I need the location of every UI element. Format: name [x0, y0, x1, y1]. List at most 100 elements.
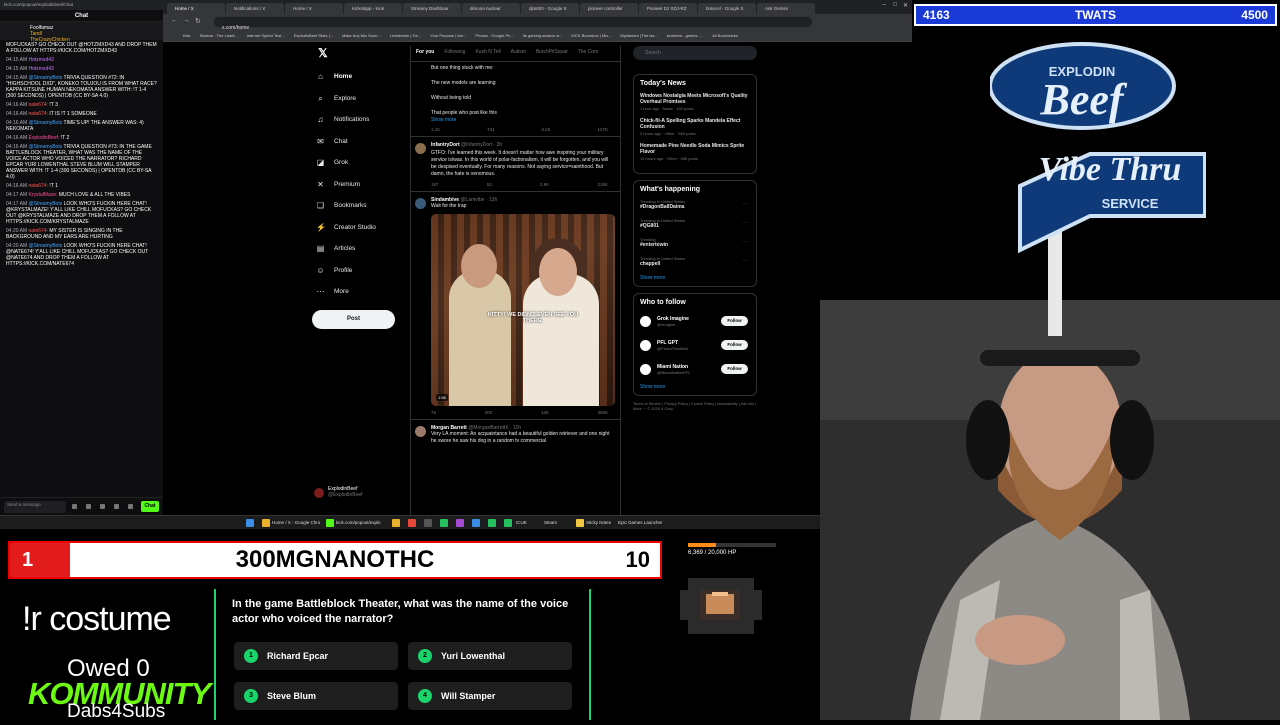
maximize-icon[interactable]: □ — [893, 2, 897, 8]
more-icon[interactable]: ⋯ — [743, 201, 748, 207]
bookmark-item[interactable]: Make Any Mic Soun... — [342, 33, 381, 38]
message-user[interactable]: @StreamyBots — [29, 120, 63, 126]
chat-input[interactable]: Send a message — [4, 501, 66, 513]
more-icon[interactable] — [128, 504, 133, 509]
browser-tab[interactable]: Ask Gemini — [757, 3, 815, 14]
more-icon[interactable]: ⋯ — [743, 258, 748, 264]
chat-send-button[interactable]: Chat — [141, 501, 159, 512]
like-count[interactable]: 3.2K — [541, 127, 550, 132]
message-user[interactable]: Hotzmxd43 — [29, 57, 54, 63]
follow-suggestion[interactable]: PFL GPT @PhotoFinishBot Follow — [640, 336, 750, 354]
nav-item-home[interactable]: ⌂ Home — [316, 66, 411, 88]
avatar[interactable] — [415, 426, 426, 437]
tweet[interactable]: Morgan Barrett @MorganBarrettX · 11h Ver… — [411, 420, 620, 449]
message-user[interactable]: nate674: — [29, 102, 48, 108]
taskbar-item[interactable]: Steam — [544, 518, 557, 528]
follow-button[interactable]: Follow — [721, 364, 748, 374]
sticky-notes-icon[interactable] — [576, 519, 584, 527]
app-icon[interactable] — [440, 519, 448, 527]
trend-item[interactable]: Trending in United States #DragonBallDaim… — [640, 199, 750, 210]
gift-icon[interactable] — [86, 504, 91, 509]
start-icon[interactable] — [246, 519, 254, 527]
url-field[interactable]: x.com/home — [213, 16, 813, 31]
chrome-icon[interactable] — [262, 519, 270, 527]
app-icon[interactable] — [488, 519, 496, 527]
show-more-link[interactable]: Show more — [640, 384, 750, 390]
reply-count[interactable]: 1.1K — [431, 127, 440, 132]
message-user[interactable]: nate674: — [29, 183, 48, 189]
show-more-link[interactable]: Show more — [640, 275, 750, 281]
bookmark-item[interactable]: Kick — [183, 33, 191, 38]
app-icon[interactable] — [424, 519, 432, 527]
app-icon[interactable] — [504, 519, 512, 527]
nav-item-premium[interactable]: ✕ Premium — [316, 174, 411, 196]
post-button[interactable]: Post — [312, 310, 395, 329]
folder-icon[interactable] — [392, 519, 400, 527]
taskbar-item[interactable]: kick.com/popout/explo — [336, 518, 381, 528]
reply-count[interactable]: 75 — [431, 410, 436, 415]
follow-suggestion[interactable]: Miami Nation @MiamiNationPFL Follow — [640, 360, 750, 378]
nav-item-explore[interactable]: ⌕ Explore — [316, 88, 411, 110]
more-icon[interactable]: ⋯ — [743, 220, 748, 226]
tweet[interactable]: Sindambive @Lamvibe · 13h Wait for the t… — [411, 192, 620, 420]
tab-following[interactable]: Following — [439, 46, 470, 61]
emoji-icon[interactable] — [72, 504, 77, 509]
tab-the-com[interactable]: The Com — [573, 46, 604, 61]
message-user[interactable]: KrystalMaze: — [29, 192, 58, 198]
view-count[interactable]: 218K — [597, 182, 608, 187]
bookmark-item[interactable]: Internet Speed Test... — [247, 33, 285, 38]
footer-links[interactable]: Terms of Service | Privacy Policy | Cook… — [633, 402, 757, 412]
nav-item-notifications[interactable]: ♫ Notifications — [316, 109, 411, 131]
tweet[interactable]: InfantryDort @InfantryDort · 3h GTFO: I'… — [411, 137, 620, 192]
tweet-video[interactable]: KITTY! WE DIDN'T EVEN SEE YOU THERE. 1:5… — [431, 214, 615, 406]
bookmark-item[interactable]: Your Purpose | Ani... — [430, 33, 466, 38]
reply-count[interactable]: 187 — [431, 182, 439, 187]
avatar[interactable] — [415, 143, 426, 154]
tab-butchpitsquat[interactable]: ButchPitSquat — [531, 46, 573, 61]
reload-icon[interactable]: ↻ — [195, 17, 201, 25]
browser-tab[interactable]: Notifications / X — [226, 3, 284, 14]
bookmark-item[interactable]: All Bookmarks — [712, 33, 738, 38]
avatar[interactable] — [640, 339, 651, 351]
trend-item[interactable]: Trending in United States #QG801 ⋯ — [640, 218, 750, 229]
follow-button[interactable]: Follow — [721, 316, 748, 326]
tab-autism[interactable]: Autism — [506, 46, 531, 61]
bookmark-item[interactable]: ExplodinBeef Stats |... — [294, 33, 333, 38]
taskbar-item[interactable]: Epic Games Launcher — [618, 518, 663, 528]
app-icon[interactable] — [456, 519, 464, 527]
bookmark-item[interactable]: Its gaming season w... — [523, 33, 563, 38]
account-switcher[interactable]: ExplodinBeef @ExplodinBeef — [314, 486, 363, 498]
view-count[interactable]: 127K — [597, 127, 608, 132]
repost-count[interactable]: 200 — [485, 410, 493, 415]
chat-url[interactable]: kick.com/popout/explodinbeef/chat — [0, 0, 163, 10]
bookmark-item[interactable]: Mysteriam (The las... — [620, 33, 657, 38]
browser-tab[interactable]: dimona nuclear — [462, 3, 520, 14]
taskbar-item[interactable]: ICUE — [516, 518, 527, 528]
tweet[interactable]: But one thing stuck with me: The new mod… — [411, 62, 620, 137]
like-count[interactable]: 2.9K — [540, 182, 549, 187]
follow-suggestion[interactable]: Grok Imagine @Imagine Follow — [640, 312, 750, 330]
bookmark-item[interactable]: KICK Boombox | Mix... — [571, 33, 611, 38]
forward-icon[interactable]: → — [183, 17, 190, 24]
browser-tab[interactable]: pioneer controller — [580, 3, 638, 14]
settings-icon[interactable] — [100, 504, 105, 509]
bookmark-item[interactable]: Livestream | Ge... — [390, 33, 422, 38]
news-item[interactable]: Windows Nostalgia Meets Microsoft's Qual… — [640, 93, 750, 111]
taskbar-item[interactable]: Sticky Notes — [586, 518, 611, 528]
view-count[interactable]: 386K — [597, 410, 608, 415]
app-icon[interactable] — [408, 519, 416, 527]
browser-tab[interactable]: Home / X — [285, 3, 343, 14]
repost-count[interactable]: 53 — [487, 182, 492, 187]
nav-item-more[interactable]: ⋯ More — [316, 281, 411, 303]
like-count[interactable]: 14K — [541, 410, 549, 415]
x-logo-icon[interactable]: 𝕏 — [318, 46, 411, 66]
browser-tab[interactable]: Streamy Dashboar — [403, 3, 461, 14]
tab-kush-n-tell[interactable]: Kush N Tell — [470, 46, 505, 61]
taskbar-item[interactable]: Home / X - Google Chro — [272, 518, 320, 528]
nav-item-profile[interactable]: ☺ Profile — [316, 260, 411, 282]
message-user[interactable]: Hotzmxd43 — [29, 66, 54, 72]
browser-tab[interactable]: Home / X — [167, 3, 225, 14]
trend-item[interactable]: Trending in United States chappell ⋯ — [640, 256, 750, 267]
nav-item-articles[interactable]: ▤ Articles — [316, 238, 411, 260]
follow-button[interactable]: Follow — [721, 340, 748, 350]
